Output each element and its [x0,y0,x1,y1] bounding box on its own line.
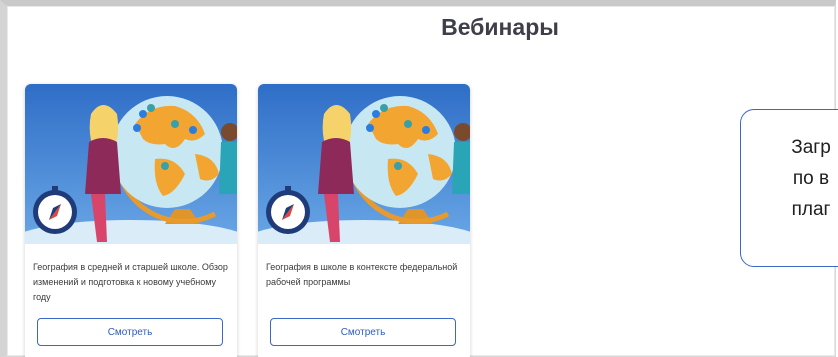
webinar-illustration [25,84,237,244]
webinar-illustration [258,84,470,244]
watch-button[interactable]: Смотреть [37,318,223,346]
callout-line: плаг [791,199,831,220]
watch-button[interactable]: Смотреть [270,318,456,346]
callout-text: Загр по в плаг [751,132,838,225]
callout-line: по в [792,168,830,189]
webinar-card[interactable]: География в школе в контексте федерально… [258,84,470,357]
webinar-description: География в школе в контексте федерально… [266,262,458,287]
page-title: Вебинары [441,14,559,40]
callout-line: Загр [791,137,831,158]
callout-box: Загр по в плаг [740,109,838,267]
webinar-card[interactable]: География в средней и старшей школе. Обз… [25,84,237,357]
webinar-description: География в средней и старшей школе. Обз… [33,262,228,302]
